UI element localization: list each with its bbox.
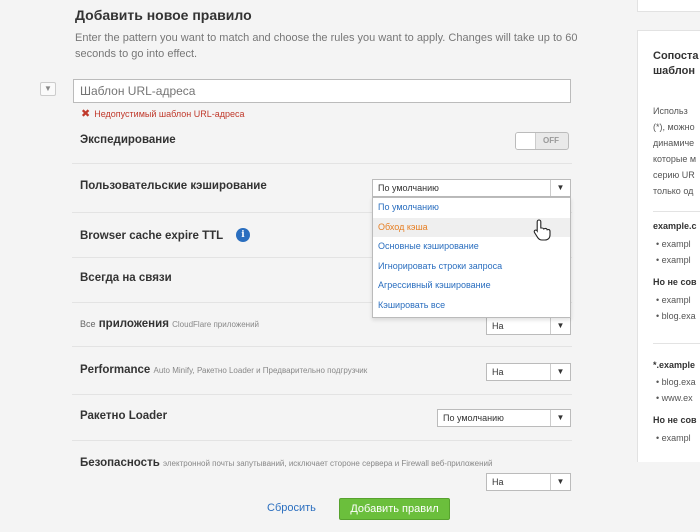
chevron-down-icon: ▼ xyxy=(550,180,570,196)
example-item: • exampl xyxy=(656,433,691,443)
example-item: • www.ex xyxy=(656,393,693,403)
apps-title: приложения xyxy=(98,318,169,330)
custom-cache-select[interactable]: По умолчанию ▼ xyxy=(372,179,571,197)
security-select[interactable]: На ▼ xyxy=(486,473,571,491)
apps-select[interactable]: На ▼ xyxy=(486,317,571,335)
apps-value: На xyxy=(492,321,504,331)
custom-cache-dropdown: По умолчанию Обход кэша Основные кэширов… xyxy=(372,197,571,318)
example-heading: *.example xyxy=(653,360,696,370)
rule-form: Добавить новое правило Enter the pattern… xyxy=(0,0,615,532)
dropdown-option[interactable]: Агрессивный кэширование xyxy=(373,276,570,296)
example-item: • exampl xyxy=(656,295,691,305)
performance-value: На xyxy=(492,367,504,377)
divider xyxy=(72,440,572,441)
performance-sub: Auto Minify, Ракетно Loader и Предварите… xyxy=(153,366,368,375)
security-sub: электронной почты запутываний, исключает… xyxy=(162,459,493,468)
top-card xyxy=(637,0,700,12)
hand-cursor-icon xyxy=(533,219,551,241)
info-icon[interactable]: i xyxy=(236,228,250,242)
no-match-heading: Но не сов xyxy=(653,415,697,425)
help-text: Использ (*), можно динамиче которые м се… xyxy=(653,106,697,196)
performance-select[interactable]: На ▼ xyxy=(486,363,571,381)
apps-label: Все приложения CloudFlare приложений xyxy=(80,318,259,330)
example-item: • exampl xyxy=(656,255,691,265)
chevron-down-icon: ▼ xyxy=(550,410,570,426)
chevron-down-icon: ▼ xyxy=(550,474,570,490)
divider xyxy=(72,346,572,347)
url-pattern-input[interactable] xyxy=(73,79,571,103)
help-title: Сопоста шаблон xyxy=(653,50,699,77)
page-title: Добавить новое правило xyxy=(75,7,252,23)
custom-cache-value: По умолчанию xyxy=(378,183,439,193)
performance-title: Performance xyxy=(80,364,151,376)
example-heading: example.c xyxy=(653,221,697,231)
apps-sub: CloudFlare приложений xyxy=(172,320,259,329)
dropdown-option[interactable]: По умолчанию xyxy=(373,198,570,218)
chevron-down-icon[interactable]: ▼ xyxy=(40,82,56,96)
divider xyxy=(72,163,572,164)
divider xyxy=(653,211,700,212)
url-error-text: Недопустимый шаблон URL-адреса xyxy=(94,109,245,119)
chevron-down-icon: ▼ xyxy=(550,318,570,334)
rocket-loader-select[interactable]: По умолчанию ▼ xyxy=(437,409,571,427)
security-title: Безопасность xyxy=(80,457,160,469)
add-rule-button[interactable]: Добавить правил xyxy=(339,498,450,520)
dropdown-option[interactable]: Игнорировать строки запроса xyxy=(373,257,570,277)
reset-link[interactable]: Сбросить xyxy=(267,502,316,514)
example-item: • blog.exa xyxy=(656,311,696,321)
chevron-down-icon: ▼ xyxy=(550,364,570,380)
toggle-state: OFF xyxy=(543,136,559,145)
performance-label: Performance Auto Minify, Ракетно Loader … xyxy=(80,364,367,376)
url-error: ✖ Недопустимый шаблон URL-адреса xyxy=(81,107,244,120)
always-online-label: Всегда на связи xyxy=(80,272,172,284)
apps-prefix: Все xyxy=(80,319,96,329)
security-label: Безопасность электронной почты запутыван… xyxy=(80,457,492,469)
forwarding-label: Экспедирование xyxy=(80,134,176,146)
security-value: На xyxy=(492,477,504,487)
custom-cache-label: Пользовательские кэширование xyxy=(80,180,267,192)
example-item: • exampl xyxy=(656,239,691,249)
toggle-knob xyxy=(516,133,536,149)
rocket-loader-label: Ракетно Loader xyxy=(80,410,168,422)
forwarding-toggle[interactable]: OFF xyxy=(515,132,569,150)
divider xyxy=(72,394,572,395)
x-icon: ✖ xyxy=(81,108,91,120)
browser-ttl-label: Browser cache expire TTL xyxy=(80,230,224,242)
divider xyxy=(653,343,700,344)
example-item: • blog.exa xyxy=(656,377,696,387)
no-match-heading: Но не сов xyxy=(653,277,697,287)
rocket-loader-value: По умолчанию xyxy=(443,413,504,423)
dropdown-option[interactable]: Кэшировать все xyxy=(373,296,570,316)
form-description: Enter the pattern you want to match and … xyxy=(75,32,578,60)
help-panel: Сопоста шаблон Использ (*), можно динами… xyxy=(637,30,700,462)
